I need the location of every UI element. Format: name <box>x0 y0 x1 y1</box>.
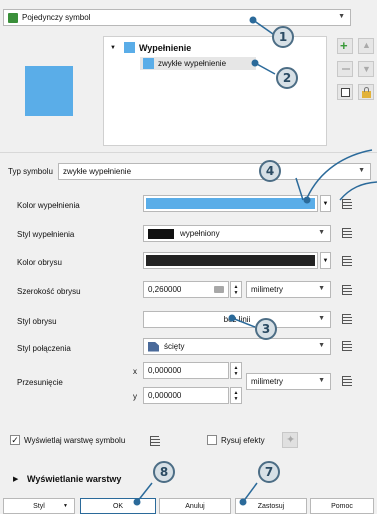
callout-arc-4a <box>306 149 373 199</box>
callout-badge-8: 8 <box>153 461 175 483</box>
callout-badge-4: 4 <box>259 160 281 182</box>
callout-badge-2: 2 <box>276 67 298 89</box>
callout-line-3 <box>231 317 256 328</box>
callout-line-7 <box>242 482 258 503</box>
callout-dot-3 <box>228 314 236 322</box>
callout-dot-1 <box>249 16 257 24</box>
callout-arc-4b <box>339 181 377 201</box>
callout-dot-2 <box>251 59 259 67</box>
callout-lines <box>133 16 377 506</box>
callout-badge-7: 7 <box>258 461 280 483</box>
callout-dot-8 <box>133 498 141 506</box>
callout-badge-3: 3 <box>255 318 277 340</box>
callout-line-8 <box>136 482 153 503</box>
callout-line-1 <box>252 19 274 35</box>
callout-line-4 <box>295 177 304 201</box>
callout-badge-1: 1 <box>272 26 294 48</box>
callout-dot-4 <box>303 196 311 204</box>
callout-dot-7 <box>239 498 247 506</box>
